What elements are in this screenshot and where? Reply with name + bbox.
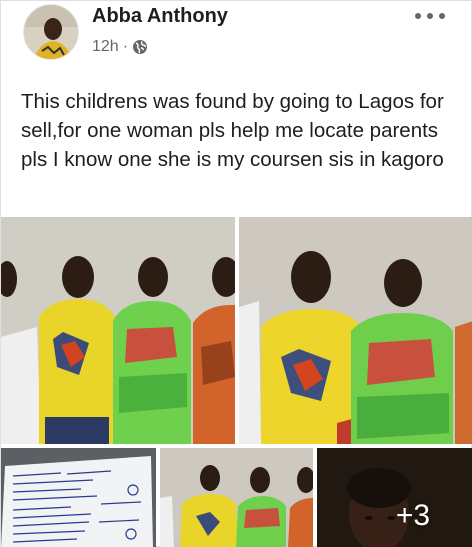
more-options-button[interactable]: [415, 7, 445, 25]
photo-children-closeup: [239, 217, 472, 444]
globe-icon[interactable]: [132, 39, 148, 55]
ellipsis-icon-dot: [415, 13, 421, 19]
facebook-post: Abba Anthony 12h · This childrens was fo…: [0, 0, 472, 547]
photo-5[interactable]: +3: [317, 448, 472, 547]
more-photos-count[interactable]: +3: [317, 448, 472, 547]
photo-2[interactable]: [239, 217, 472, 444]
meta-separator: ·: [122, 38, 129, 55]
photo-children-small: [160, 448, 313, 547]
post-header: Abba Anthony 12h ·: [1, 1, 472, 71]
author-name[interactable]: Abba Anthony: [92, 5, 228, 28]
photo-children-group: [1, 217, 235, 444]
photo-handwritten-note: [1, 448, 156, 547]
photo-grid: +3: [1, 217, 472, 547]
post-timestamp[interactable]: 12h: [92, 38, 119, 56]
photo-3[interactable]: [1, 448, 156, 547]
post-meta: 12h ·: [92, 38, 148, 56]
post-text: This childrens was found by going to Lag…: [21, 90, 444, 171]
ellipsis-icon-dot: [427, 13, 433, 19]
photo-1[interactable]: [1, 217, 235, 444]
avatar-image: [24, 5, 78, 59]
author-avatar[interactable]: [23, 4, 79, 60]
photo-4[interactable]: [160, 448, 313, 547]
ellipsis-icon-dot: [439, 13, 445, 19]
